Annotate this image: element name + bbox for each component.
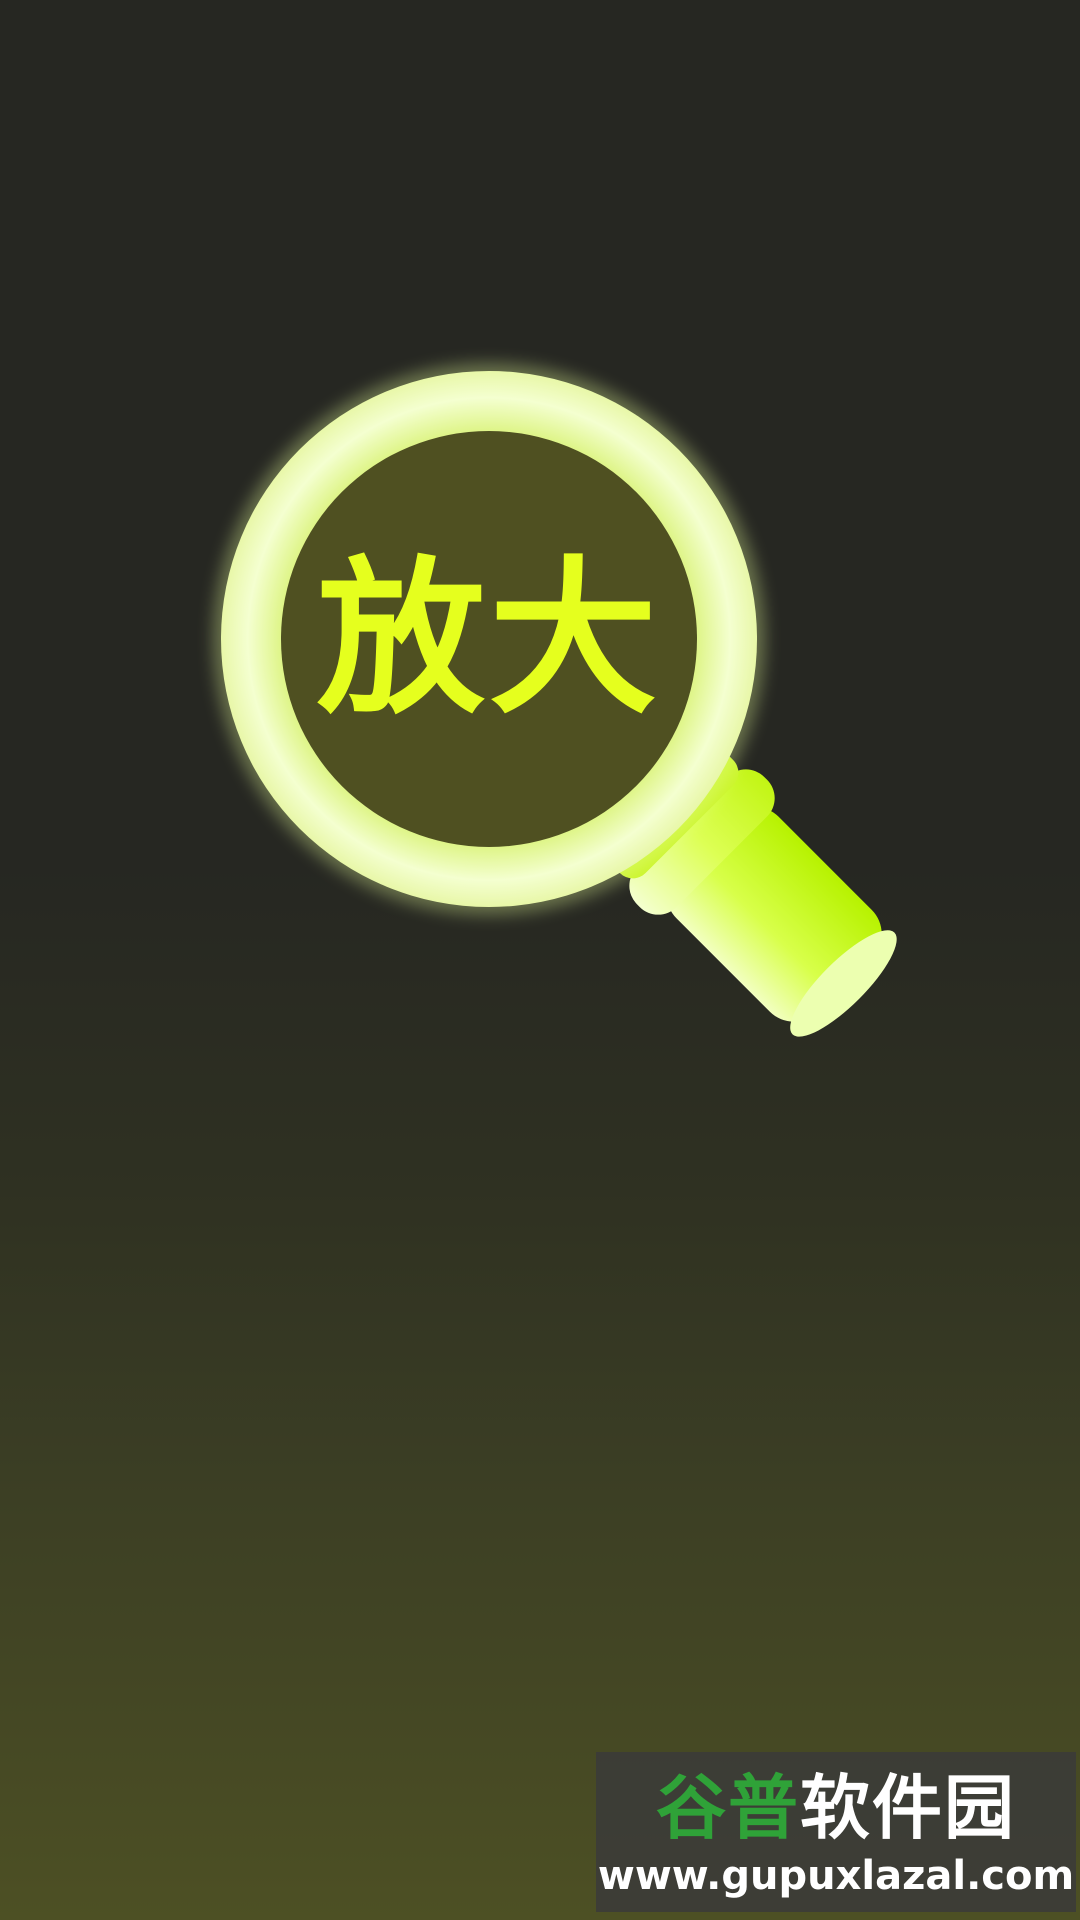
magnifier-icon [213, 363, 897, 1037]
watermark-brand-part1: 谷普 [656, 1766, 800, 1849]
watermark-brand: 谷普 软件园 [604, 1760, 1068, 1849]
zoom-label: 放大 [317, 541, 661, 737]
watermark-url: www.gupuxlazal.com [597, 1853, 1075, 1899]
watermark-brand-part2: 软件园 [800, 1766, 1016, 1849]
splash-screen: 放大 [0, 0, 1080, 1920]
watermark: 谷普 软件园 www.gupuxlazal.com [596, 1752, 1076, 1912]
